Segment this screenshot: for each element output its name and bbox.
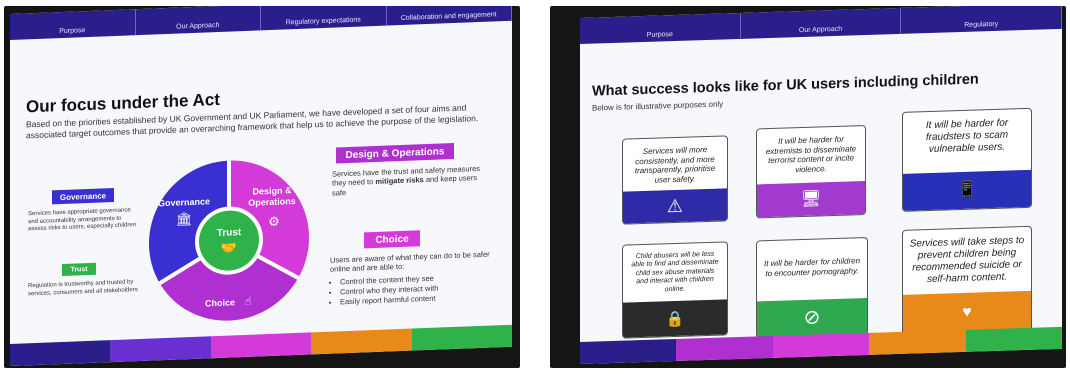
card-text: It will be harder for fraudsters to scam…: [925, 117, 1009, 156]
handshake-icon: 🤝: [221, 241, 237, 257]
design-text-bold: mitigate risks: [375, 175, 424, 187]
left-slide-screen: Purpose Our Approach Regulatory expectat…: [10, 6, 512, 366]
success-card: Child abusers will be less able to find …: [622, 241, 728, 339]
card-band: 🔒: [623, 299, 727, 338]
left-slide-color-bar: [10, 324, 512, 366]
wheel-center-label: Trust: [217, 227, 242, 239]
card-band: 📱: [903, 169, 1031, 211]
card-band: ⚠: [623, 188, 727, 224]
computer-users-icon: 🖥: [800, 190, 822, 209]
trust-text: Regulation is trustworthy and trusted by…: [28, 279, 138, 297]
nav-step: Purpose: [10, 9, 136, 40]
prohibited-icon: ⊘: [803, 306, 821, 330]
building-icon: 🏛: [176, 211, 193, 228]
choice-label: Choice: [364, 230, 420, 249]
nav-step: Collaboration and engagement: [386, 6, 512, 26]
right-slide-title: What success looks like for UK users inc…: [592, 71, 979, 100]
trust-label: Trust: [62, 262, 96, 277]
card-band: 🖥: [757, 180, 865, 218]
success-card: Services will more consistently, and mor…: [622, 135, 728, 225]
wheel-label-design-1: Design &: [252, 185, 291, 197]
left-slide-photo: Purpose Our Approach Regulatory expectat…: [4, 6, 520, 368]
heart-hand-icon: ♥: [962, 303, 972, 322]
choice-bullets: Control the content they see Control who…: [328, 274, 438, 309]
left-slide-nav: Purpose Our Approach Regulatory expectat…: [10, 6, 512, 41]
right-slide-photo: Purpose Our Approach Regulatory What suc…: [550, 6, 1066, 368]
nav-step: Regulatory: [901, 6, 1062, 34]
governance-label: Governance: [52, 188, 114, 205]
right-slide-nav: Purpose Our Approach Regulatory: [580, 6, 1062, 45]
success-card: It will be harder for extremists to diss…: [756, 125, 866, 219]
success-card: It will be harder for fraudsters to scam…: [902, 107, 1032, 212]
aims-wheel: Trust 🤝 Governance 🏛 Design & Operations…: [149, 160, 309, 321]
wheel-label-governance: Governance: [158, 196, 210, 208]
card-band: ⊘: [757, 297, 867, 338]
right-slide-screen: Purpose Our Approach Regulatory What suc…: [580, 6, 1062, 365]
card-text: Child abusers will be less able to find …: [631, 250, 719, 293]
touch-controls-icon: ☝: [245, 295, 252, 308]
governance-text: Services have appropriate governance and…: [28, 207, 137, 233]
choice-text: Users are aware of what they can do to b…: [330, 249, 490, 275]
success-card: It will be harder for children to encoun…: [756, 236, 868, 339]
nav-step: Regulatory expectations: [261, 6, 387, 31]
card-text: Services will take steps to prevent chil…: [909, 235, 1025, 286]
nav-step: Our Approach: [135, 6, 261, 36]
network-icon: ⚙: [268, 215, 280, 230]
right-slide-subtitle: Below is for illustrative purposes only: [592, 99, 724, 113]
card-text: It will be harder for extremists to diss…: [765, 134, 857, 175]
success-card: Services will take steps to prevent chil…: [902, 225, 1032, 336]
design-label: Design & Operations: [336, 142, 454, 164]
wheel-label-design-2: Operations: [248, 196, 295, 208]
bank-phone-icon: 📱: [957, 181, 977, 200]
nav-step: Purpose: [580, 12, 741, 44]
wheel-label-choice: Choice: [205, 297, 235, 308]
locked-computer-icon: 🔒: [665, 310, 685, 328]
design-text: Services have the trust and safety measu…: [332, 164, 482, 198]
card-text: Services will more consistently, and mor…: [634, 145, 716, 185]
card-text: It will be harder for children to encoun…: [763, 256, 861, 278]
warning-icon: ⚠: [666, 195, 684, 216]
nav-step: Our Approach: [740, 7, 902, 39]
